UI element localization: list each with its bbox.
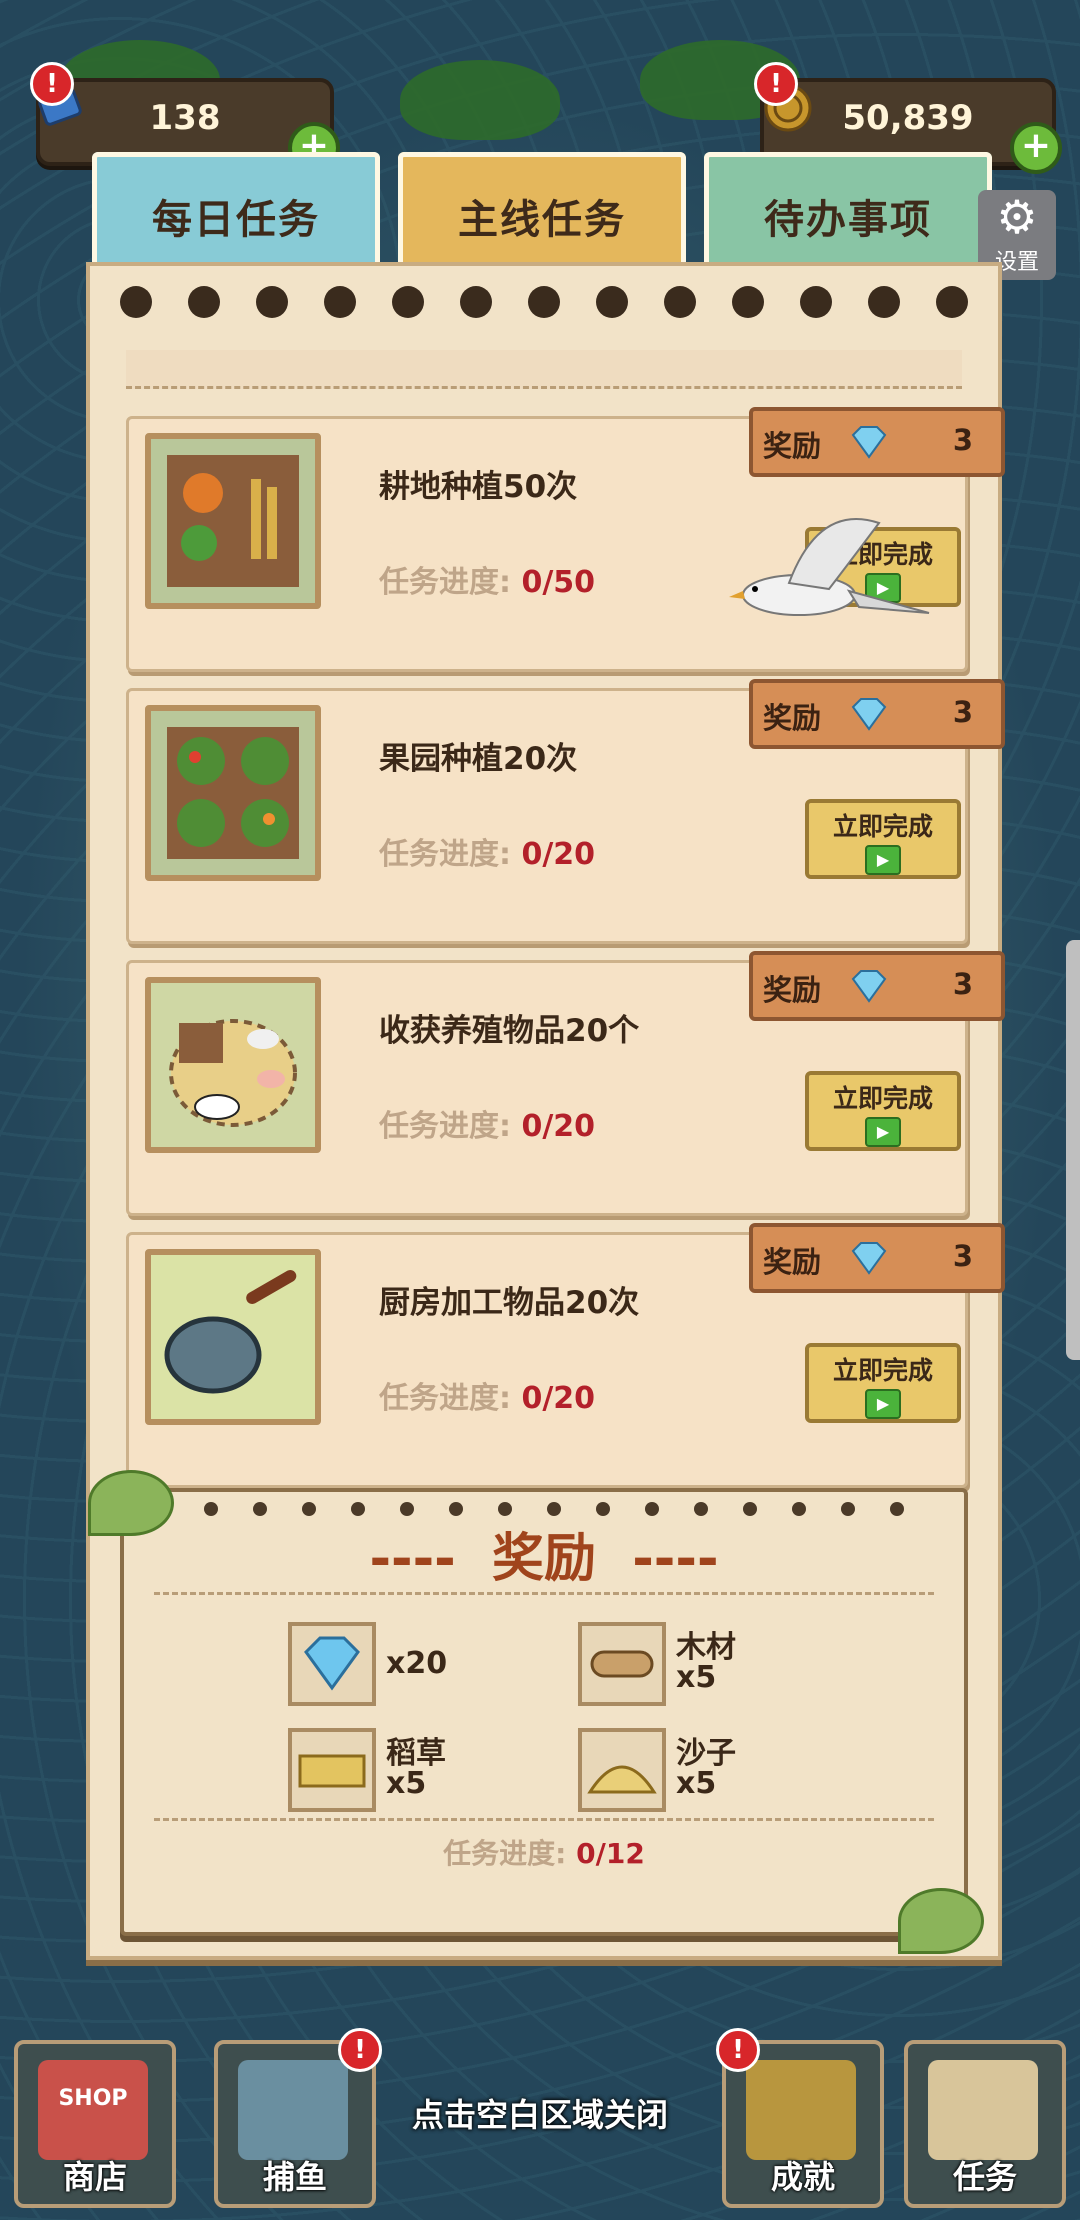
task-progress: 任务进度: 0/50 bbox=[379, 565, 596, 600]
gem-icon bbox=[851, 698, 887, 731]
task-card: 收获养殖物品20个 任务进度: 0/20 奖励 3 立即完成 ▶ bbox=[126, 951, 1005, 1216]
complete-now-button[interactable]: 立即完成 ▶ bbox=[805, 1343, 961, 1423]
medal-icon bbox=[746, 2060, 856, 2160]
nav-achievements-button[interactable]: ! 成就 bbox=[716, 2028, 884, 2208]
reward-title: ---- 奖励 ---- bbox=[369, 1529, 719, 1589]
tab-daily-tasks[interactable]: 每日任务 bbox=[92, 152, 380, 280]
task-title: 厨房加工物品20次 bbox=[379, 1285, 640, 1321]
binder-holes bbox=[120, 286, 968, 320]
sailboat-icon bbox=[238, 2060, 348, 2160]
task-title: 耕地种植50次 bbox=[379, 469, 578, 505]
gem-icon bbox=[288, 1622, 376, 1706]
orchard-image bbox=[145, 705, 321, 881]
tab-main-tasks[interactable]: 主线任务 bbox=[398, 152, 686, 280]
vine-decoration-icon bbox=[88, 1470, 174, 1536]
task-card: 耕地种植50次 任务进度: 0/50 奖励 3 立即完成 ▶ bbox=[126, 407, 1005, 672]
reward-item-sand: 沙子 x5 bbox=[578, 1728, 878, 1818]
divider bbox=[154, 1818, 934, 1821]
wood-icon bbox=[578, 1622, 666, 1706]
complete-now-button[interactable]: 立即完成 ▶ bbox=[805, 799, 961, 879]
scroll-handle[interactable] bbox=[1066, 940, 1080, 1360]
reward-item-gems: x20 bbox=[288, 1622, 588, 1712]
sand-icon bbox=[578, 1728, 666, 1812]
reward-item-wood: 木材 x5 bbox=[578, 1622, 878, 1712]
tab-todo[interactable]: 待办事项 bbox=[704, 152, 992, 280]
alert-badge-icon: ! bbox=[338, 2028, 382, 2072]
task-title: 收获养殖物品20个 bbox=[379, 1013, 640, 1049]
straw-icon bbox=[288, 1728, 376, 1812]
gem-icon bbox=[851, 970, 887, 1003]
reward-item-straw: 稻草 x5 bbox=[288, 1728, 588, 1818]
divider bbox=[154, 1592, 934, 1595]
play-video-icon: ▶ bbox=[865, 1117, 901, 1147]
task-progress: 任务进度: 0/20 bbox=[379, 1381, 596, 1416]
seagull-icon bbox=[729, 518, 930, 616]
task-progress: 任务进度: 0/20 bbox=[379, 1109, 596, 1144]
coin-count: 50,839 bbox=[842, 98, 974, 138]
gem-icon bbox=[851, 426, 887, 459]
frying-pan-image bbox=[145, 1249, 321, 1425]
play-video-icon: ▶ bbox=[865, 1389, 901, 1419]
palm-tree bbox=[400, 60, 560, 140]
play-video-icon: ▶ bbox=[865, 845, 901, 875]
complete-now-button[interactable]: 立即完成 ▶ bbox=[805, 1071, 961, 1151]
gem-count: 138 bbox=[149, 98, 221, 138]
daily-reward-box: ---- 奖励 ---- x20 木材 x5 稻草 x5 沙子 x5 任务进度:… bbox=[88, 1470, 984, 1954]
scroll-quill-icon bbox=[928, 2060, 1038, 2160]
list-divider bbox=[126, 350, 962, 389]
reward-progress: 任务进度: 0/12 bbox=[443, 1837, 645, 1870]
alert-badge-icon: ! bbox=[716, 2028, 760, 2072]
nav-tasks-button[interactable]: 任务 bbox=[904, 2040, 1066, 2208]
gem-icon bbox=[851, 1242, 887, 1275]
gear-icon: ⚙ bbox=[996, 190, 1038, 244]
task-title: 果园种植20次 bbox=[379, 741, 578, 777]
reward-tag: 奖励 3 bbox=[749, 1223, 1005, 1293]
task-card: 厨房加工物品20次 任务进度: 0/20 奖励 3 立即完成 ▶ bbox=[126, 1223, 1005, 1488]
livestock-pen-image bbox=[145, 977, 321, 1153]
reward-tag: 奖励 3 bbox=[749, 951, 1005, 1021]
nav-fishing-button[interactable]: ! 捕鱼 bbox=[214, 2028, 382, 2208]
reward-tag: 奖励 3 bbox=[749, 679, 1005, 749]
farm-plot-image bbox=[145, 433, 321, 609]
reward-tag: 奖励 3 bbox=[749, 407, 1005, 477]
vine-decoration-icon bbox=[898, 1888, 984, 1954]
task-progress: 任务进度: 0/20 bbox=[379, 837, 596, 872]
nav-shop-button[interactable]: SHOP 商店 bbox=[14, 2040, 176, 2208]
shop-icon: SHOP bbox=[38, 2060, 148, 2160]
add-coins-button[interactable]: + bbox=[1010, 122, 1062, 174]
task-card: 果园种植20次 任务进度: 0/20 奖励 3 立即完成 ▶ bbox=[126, 679, 1005, 944]
